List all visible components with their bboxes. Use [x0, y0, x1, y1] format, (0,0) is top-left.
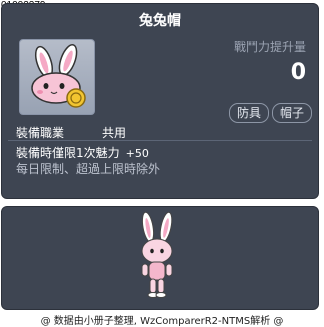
item-tooltip: 兔兔帽 戰鬥力提升量 0 防具 帽子 裝備職業 共用 裝備時僅限1次魅力 +50 … [1, 3, 319, 199]
character-preview [141, 211, 173, 298]
tag-hat: 帽子 [272, 103, 312, 123]
tag-armor: 防具 [229, 103, 269, 123]
job-label: 裝備職業 [16, 126, 65, 140]
stat-text: 裝備時僅限1次魅力 [16, 146, 120, 160]
item-icon-frame [19, 39, 95, 115]
item-title: 兔兔帽 [139, 13, 181, 29]
limit-text: 每日限制、超過上限時除外 [16, 162, 161, 176]
power-value: 0 [290, 60, 306, 85]
divider [8, 140, 312, 141]
character-preview-panel [1, 206, 319, 310]
footer-credit: @ 数据由小册子整理, WzComparerR2-NTMS解析 @ [40, 316, 284, 327]
power-label: 戰鬥力提升量 [233, 40, 306, 54]
bunny-hat-icon [31, 44, 86, 108]
stat-line: 裝備時僅限1次魅力 +50 [16, 144, 149, 161]
job-value: 共用 [102, 126, 127, 140]
stat-bonus: +50 [125, 147, 149, 160]
